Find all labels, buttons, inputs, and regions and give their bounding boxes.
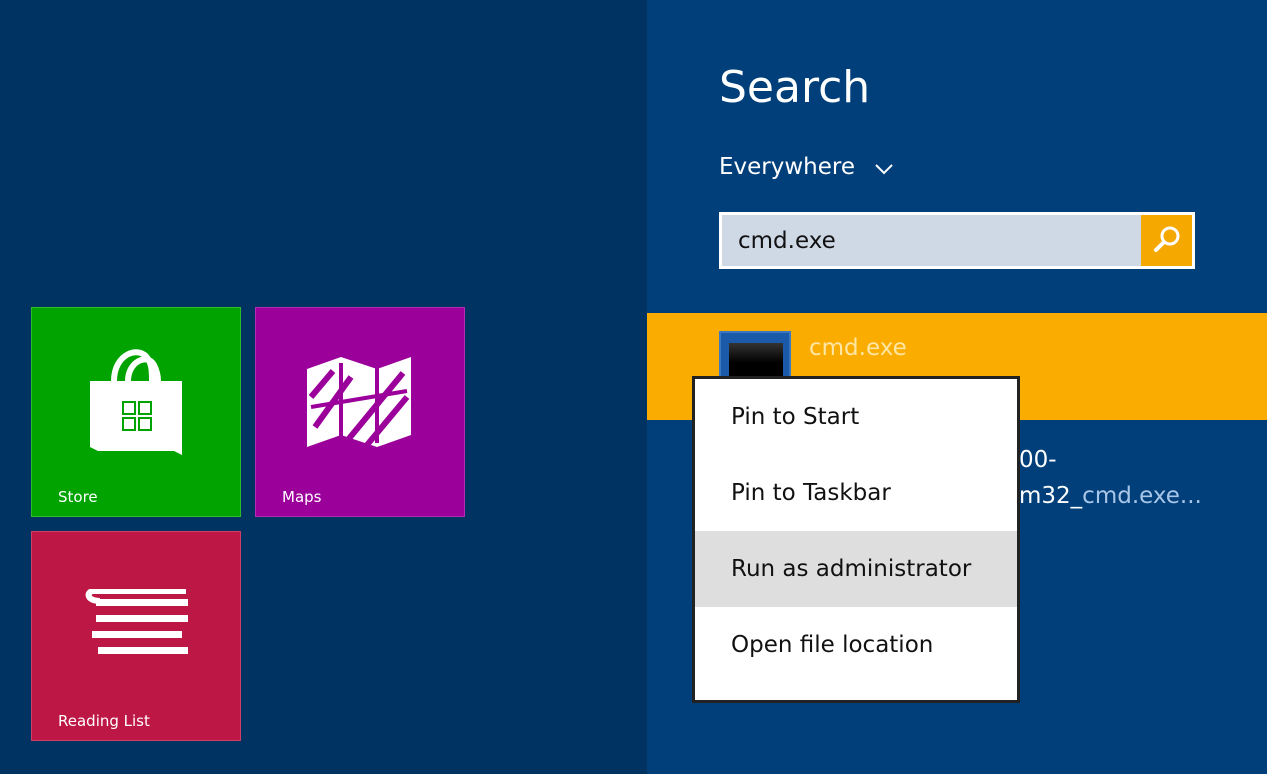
menu-open-file-location[interactable]: Open file location (695, 607, 1017, 683)
tile-label: Reading List (58, 712, 150, 730)
chevron-down-icon (875, 158, 893, 176)
menu-pin-to-taskbar[interactable]: Pin to Taskbar (695, 455, 1017, 531)
search-input[interactable] (722, 215, 1140, 266)
magnifier-icon (1153, 225, 1181, 257)
tile-maps[interactable]: Maps (255, 307, 465, 517)
search-title: Search (719, 62, 871, 113)
tile-reading-list[interactable]: Reading List (31, 531, 241, 741)
reading-list-icon (82, 587, 190, 667)
search-button[interactable] (1141, 215, 1192, 266)
tile-store[interactable]: Store (31, 307, 241, 517)
search-result-secondary[interactable]: 00- m32_cmd.exe... (1019, 442, 1202, 514)
result-line-2: m32_cmd.exe... (1019, 483, 1202, 509)
menu-run-as-administrator[interactable]: Run as administrator (695, 531, 1017, 607)
start-screen: Store Maps Reading List (0, 0, 647, 774)
menu-pin-to-start[interactable]: Pin to Start (695, 379, 1017, 455)
search-scope-label: Everywhere (719, 154, 856, 180)
search-box (719, 212, 1195, 269)
context-menu: Pin to Start Pin to Taskbar Run as admin… (692, 376, 1020, 703)
map-icon (307, 356, 413, 451)
store-bag-icon (88, 347, 184, 461)
search-scope-dropdown[interactable]: Everywhere (719, 154, 893, 180)
tile-label: Maps (282, 488, 322, 506)
result-name: cmd.exe (809, 335, 907, 361)
tile-label: Store (58, 488, 98, 506)
result-line-1: 00- (1019, 447, 1057, 473)
